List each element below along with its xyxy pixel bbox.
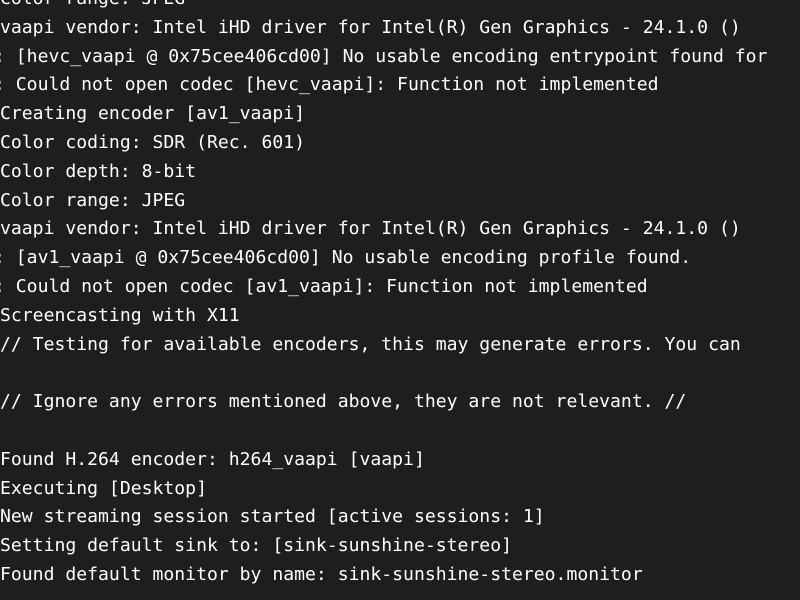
log-line: Setting default sink to: [sink-sunshine-…: [0, 535, 512, 557]
log-line: // Testing for available encoders, this …: [0, 333, 741, 355]
log-line: Creating encoder [av1_vaapi]: [0, 103, 306, 125]
log-line: : Could not open codec [hevc_vaapi]: Fun…: [0, 74, 659, 96]
log-line: : Could not open codec [av1_vaapi]: Func…: [0, 275, 648, 297]
log-line: : [av1_vaapi @ 0x75cee406cd00] No usable…: [0, 247, 692, 269]
log-line: New streaming session started [active se…: [0, 506, 545, 528]
log-line: Color range: JPEG: [0, 189, 186, 211]
log-line: vaapi vendor: Intel iHD driver for Intel…: [0, 218, 741, 240]
log-line-blank: [0, 417, 800, 446]
terminal-window[interactable]: Color range: JPEG vaapi vendor: Intel iH…: [0, 0, 800, 600]
log-line: Found H.264 encoder: h264_vaapi [vaapi]: [0, 448, 425, 470]
log-line: Screencasting with X11: [0, 304, 240, 326]
log-line: Executing [Desktop]: [0, 477, 207, 499]
log-line: Color range: JPEG: [0, 0, 800, 14]
log-line: Color coding: SDR (Rec. 601): [0, 131, 306, 153]
log-line: Found default monitor by name: sink-suns…: [0, 563, 643, 585]
log-line: : [hevc_vaapi @ 0x75cee406cd00] No usabl…: [0, 45, 768, 67]
log-line: Color depth: 8-bit: [0, 160, 197, 182]
terminal-output: Color range: JPEG vaapi vendor: Intel iH…: [0, 0, 800, 590]
log-line: vaapi vendor: Intel iHD driver for Intel…: [0, 16, 741, 38]
log-line-blank: [0, 359, 800, 388]
log-line: // Ignore any errors mentioned above, th…: [0, 391, 687, 413]
